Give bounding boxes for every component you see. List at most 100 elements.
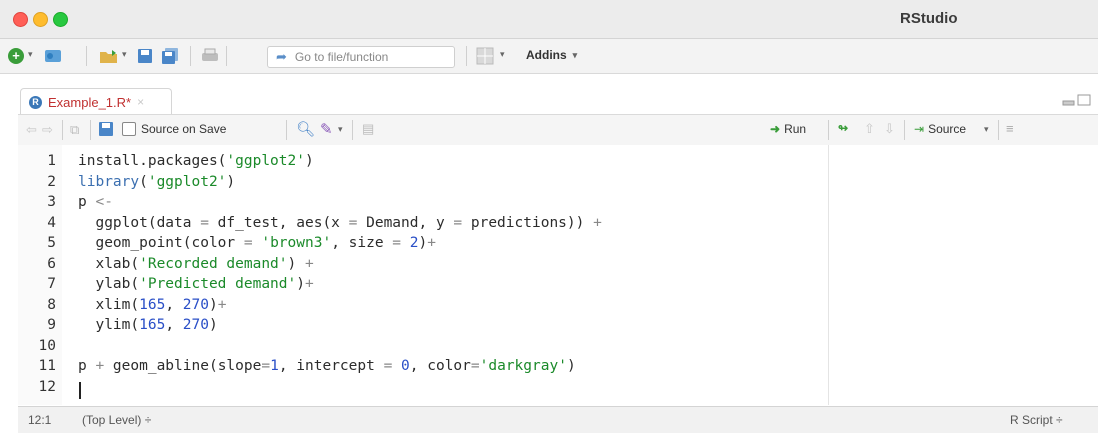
back-icon[interactable]: ⇦ <box>26 122 37 138</box>
addins-dropdown-icon: ▾ <box>572 49 578 60</box>
code-text: p <- <box>78 194 113 210</box>
code-token: df_test, aes(x <box>208 214 349 231</box>
layout-dropdown-icon[interactable]: ▾ <box>500 49 505 60</box>
line-number: 6 <box>47 255 56 272</box>
file-type-selector[interactable]: R Script ÷ <box>1010 413 1063 427</box>
code-token: = <box>392 235 402 251</box>
code-token: + <box>304 255 314 272</box>
code-token: ) <box>418 235 428 251</box>
code-token: = <box>470 358 480 374</box>
print-icon[interactable] <box>200 47 220 65</box>
code-token: 'Recorded demand' <box>139 255 288 272</box>
code-text: library('ggplot2') <box>78 174 235 190</box>
code-line[interactable]: 8 xlim(165, 270)+ <box>18 297 818 319</box>
editor-save-icon[interactable] <box>98 121 114 137</box>
code-line[interactable]: 4 ggplot(data = df_test, aes(x = Demand,… <box>18 215 818 237</box>
code-token: 165 <box>139 317 166 333</box>
show-in-window-icon[interactable]: ⧉ <box>70 122 79 138</box>
open-file-dropdown-icon[interactable]: ▾ <box>122 49 127 60</box>
code-token: + <box>593 214 602 231</box>
text-cursor <box>79 381 81 399</box>
grid-layout-icon[interactable] <box>476 47 494 65</box>
new-file-dropdown-icon[interactable]: ▾ <box>28 49 33 60</box>
code-token: = <box>243 235 253 251</box>
code-line[interactable]: 11 p + geom_abline(slope=1, intercept = 0… <box>18 358 818 380</box>
code-token: ) <box>226 173 236 190</box>
code-token: ) <box>566 358 576 374</box>
save-all-icon[interactable] <box>160 47 180 65</box>
code-token: ( <box>139 173 148 190</box>
code-token: 0 <box>401 358 410 374</box>
code-token: 2 <box>409 235 419 251</box>
forward-icon[interactable]: ⇨ <box>42 122 53 138</box>
code-token: ) <box>208 296 218 313</box>
code-line[interactable]: 6 xlab('Recorded demand') + <box>18 256 818 278</box>
source-button[interactable]: ⇥ Source <box>914 122 966 136</box>
code-tools-wand-icon[interactable]: ✎ <box>320 120 333 138</box>
line-number: 9 <box>47 317 56 333</box>
code-token: ) <box>287 255 305 272</box>
code-token: , <box>165 317 183 333</box>
code-text: geom_point(color = 'brown3', size = 2)+ <box>78 235 436 251</box>
zoom-window-button[interactable] <box>53 12 68 27</box>
code-token: ) <box>208 317 218 333</box>
source-dropdown-icon[interactable]: ▾ <box>984 124 989 135</box>
code-token: ) <box>304 153 314 169</box>
code-token: 270 <box>182 296 209 313</box>
code-line[interactable]: 1 install.packages('ggplot2') <box>18 153 818 175</box>
tab-example-1[interactable]: R Example_1.R* × <box>20 88 172 115</box>
code-token: geom_point(color <box>78 235 244 251</box>
code-token: , intercept <box>278 358 384 374</box>
code-line[interactable]: 10 <box>18 338 818 360</box>
save-icon[interactable] <box>136 47 154 65</box>
line-number: 11 <box>38 358 56 374</box>
code-token: predictions)) <box>462 214 594 231</box>
source-on-save-checkbox[interactable]: Source on Save <box>122 122 226 136</box>
run-arrow-icon: ➜ <box>770 122 781 136</box>
code-line[interactable]: 2 library('ggplot2') <box>18 174 818 196</box>
goto-file-function-input[interactable]: ➦ Go to file/function <box>267 46 455 68</box>
editor-status-bar: 12:1 (Top Level) ÷ R Script ÷ <box>18 406 1098 433</box>
code-token: ylim( <box>78 317 140 333</box>
code-token: 'darkgray' <box>479 358 567 374</box>
code-text: xlab('Recorded demand') + <box>78 255 314 272</box>
run-button[interactable]: ➜ Run <box>770 122 806 136</box>
new-file-icon[interactable]: + <box>8 48 24 64</box>
code-line[interactable]: 9 ylim(165, 270) <box>18 317 818 339</box>
r-file-icon: R <box>29 95 42 109</box>
go-to-next-section-icon[interactable]: ⇩ <box>884 121 895 137</box>
compile-report-icon[interactable]: ▤ <box>362 121 374 137</box>
code-line[interactable]: 12 <box>18 379 818 401</box>
rerun-icon[interactable]: ↬ <box>838 121 848 135</box>
tab-close-icon[interactable]: × <box>137 95 144 109</box>
pane-window-controls[interactable] <box>1062 93 1092 110</box>
code-text: ggplot(data = df_test, aes(x = Demand, y… <box>78 214 602 231</box>
minimize-window-button[interactable] <box>33 12 48 27</box>
window-title: RStudio <box>900 10 958 27</box>
code-tools-dropdown-icon[interactable]: ▾ <box>338 124 343 135</box>
code-token: 'brown3' <box>261 235 332 251</box>
code-line[interactable]: 7 ylab('Predicted demand')+ <box>18 276 818 298</box>
code-token: 'ggplot2' <box>147 173 227 190</box>
code-editor[interactable]: 1 install.packages('ggplot2') 2 library('gg… <box>18 145 1098 405</box>
close-window-button[interactable] <box>13 12 28 27</box>
scope-selector[interactable]: (Top Level) ÷ <box>82 413 151 427</box>
go-to-previous-section-icon[interactable]: ⇧ <box>864 121 875 137</box>
code-line[interactable]: 3 p <- <box>18 194 818 216</box>
open-file-icon[interactable] <box>98 47 120 65</box>
find-replace-icon[interactable]: 🔍︎ <box>296 120 315 138</box>
cursor-position: 12:1 <box>28 413 52 427</box>
code-token: ggplot(data <box>78 214 201 231</box>
title-bar: RStudio <box>0 0 1098 39</box>
code-line[interactable]: 5 geom_point(color = 'brown3', size = 2)… <box>18 235 818 257</box>
addins-menu[interactable]: Addins ▾ <box>526 48 577 62</box>
code-token: xlim( <box>78 296 140 313</box>
code-token: = <box>200 214 209 231</box>
code-token: ylab( <box>78 276 140 292</box>
code-token: geom_abline(slope <box>104 358 262 374</box>
code-token: 'ggplot2' <box>226 153 305 169</box>
document-outline-icon[interactable]: ≡ <box>1006 121 1014 136</box>
code-token: xlab( <box>78 255 140 272</box>
new-project-icon[interactable] <box>42 47 64 65</box>
